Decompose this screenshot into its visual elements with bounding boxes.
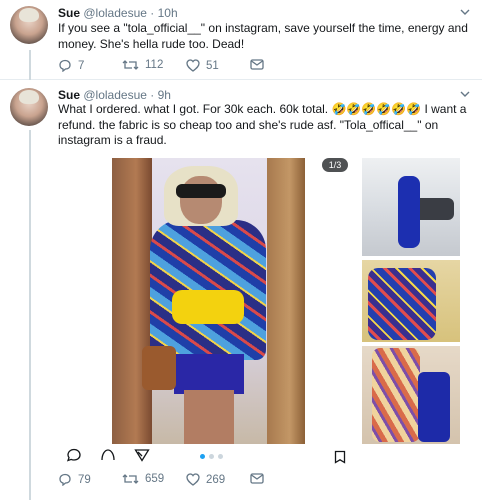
avatar[interactable] (10, 6, 48, 44)
tweet-header: Sue @loladesue · 10h (58, 6, 178, 20)
thread-line (29, 50, 31, 80)
chevron-down-icon[interactable] (460, 90, 470, 100)
tweet-header: Sue @loladesue · 9h (58, 88, 171, 102)
tweet-text: If you see a "tola_official__" on instag… (58, 21, 468, 51)
heart-icon (186, 59, 200, 72)
like-count: 51 (206, 59, 219, 72)
user-name[interactable]: Sue (58, 88, 80, 102)
like-button[interactable]: 269 (186, 473, 225, 486)
retweet-count: 112 (145, 59, 164, 71)
reply-button[interactable]: 7 (58, 59, 84, 72)
bookmark-icon[interactable] (334, 450, 346, 469)
media-counter: 1/3 (322, 158, 348, 172)
like-button[interactable]: 51 (186, 59, 219, 72)
carousel-dots (200, 454, 223, 459)
carousel-dot[interactable] (218, 454, 223, 459)
reply-count: 7 (78, 59, 85, 72)
separator: · (150, 6, 155, 20)
avatar[interactable] (10, 88, 48, 126)
tweet-1[interactable]: Sue @loladesue · 10h If you see a "tola_… (0, 0, 482, 80)
carousel-dot[interactable] (209, 454, 214, 459)
main-photo[interactable] (112, 158, 305, 444)
reply-button[interactable]: 79 (58, 473, 91, 486)
timestamp[interactable]: 10h (158, 6, 178, 20)
media-actions (66, 448, 150, 467)
thumbnail-3[interactable] (362, 346, 460, 444)
chevron-down-icon[interactable] (460, 8, 470, 18)
retweet-button[interactable]: 659 (122, 473, 164, 485)
comment-icon[interactable] (66, 448, 82, 467)
reply-icon (58, 59, 72, 72)
user-name[interactable]: Sue (58, 6, 80, 20)
reply-icon (58, 473, 72, 486)
separator: · (150, 88, 155, 102)
user-handle[interactable]: @loladesue (83, 88, 147, 102)
envelope-icon (250, 473, 264, 484)
retweet-button[interactable]: 112 (122, 59, 163, 71)
activity-icon[interactable] (100, 448, 116, 467)
tweet-2[interactable]: Sue @loladesue · 9h What I ordered. what… (0, 82, 482, 500)
carousel-dot[interactable] (200, 454, 205, 459)
like-count: 269 (206, 473, 226, 486)
share-icon[interactable] (134, 448, 150, 467)
timestamp[interactable]: 9h (158, 88, 171, 102)
tweet-media[interactable]: 1/3 (112, 158, 460, 444)
thumbnail-1[interactable] (362, 158, 460, 256)
retweet-icon (122, 473, 139, 485)
retweet-icon (122, 59, 139, 71)
thumbnail-2[interactable] (362, 260, 460, 342)
reply-count: 79 (78, 473, 91, 486)
user-handle[interactable]: @loladesue (83, 6, 147, 20)
heart-icon (186, 473, 200, 486)
thread-line (29, 130, 31, 500)
dm-button[interactable] (250, 59, 264, 70)
retweet-count: 659 (145, 473, 165, 485)
envelope-icon (250, 59, 264, 70)
tweet-text: What I ordered. what I got. For 30k each… (58, 102, 467, 147)
dm-button[interactable] (250, 473, 264, 484)
